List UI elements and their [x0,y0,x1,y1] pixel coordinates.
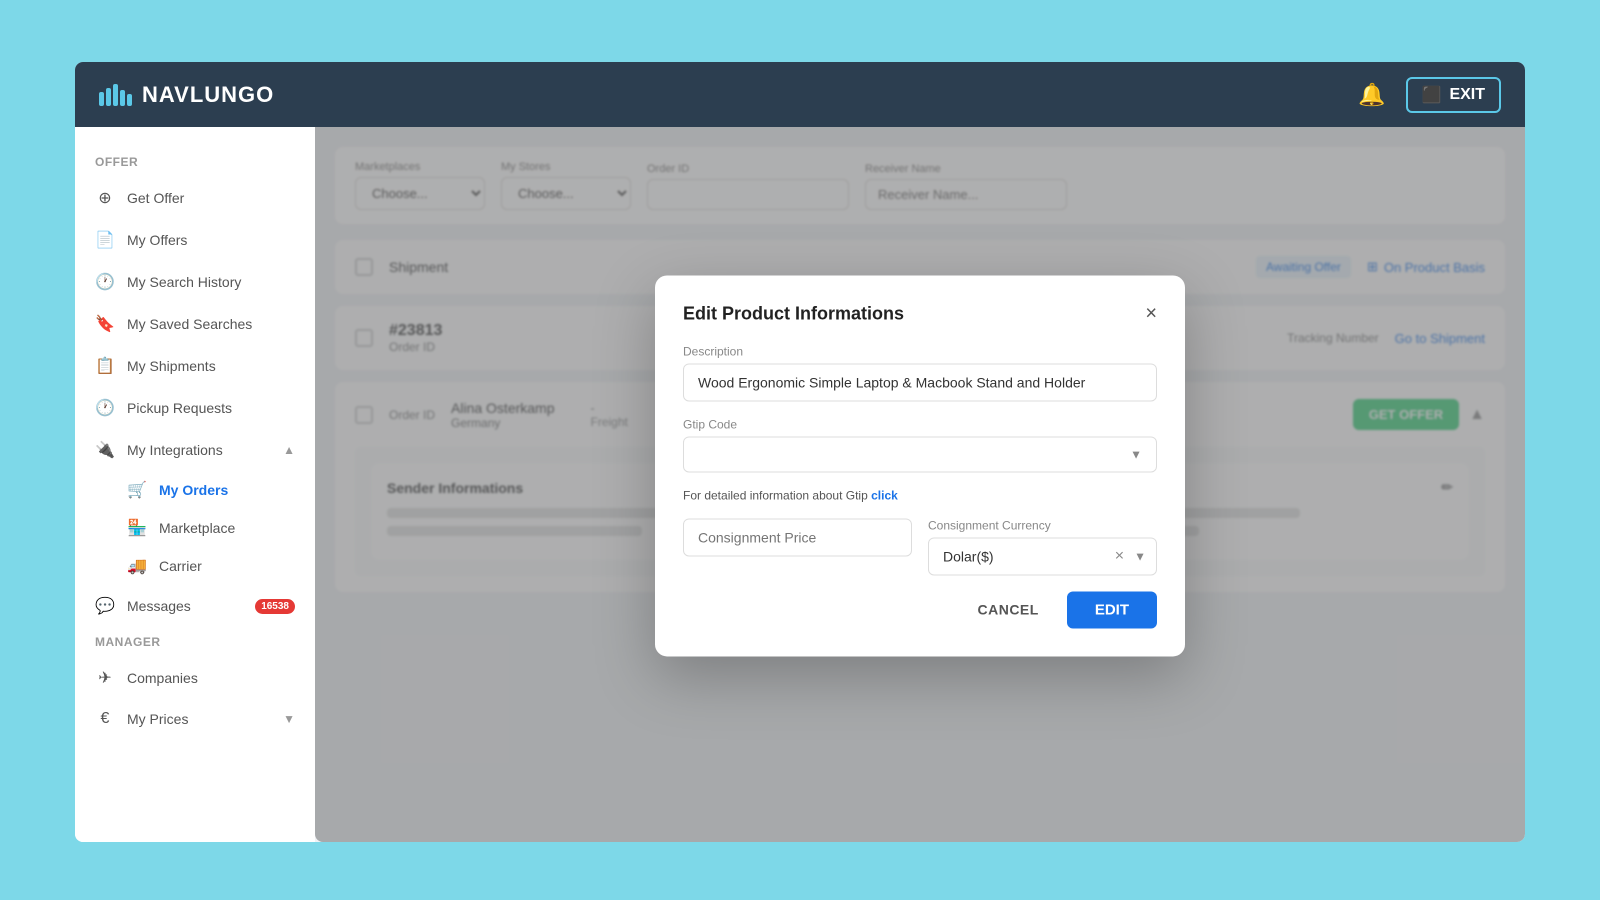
modal-actions: CANCEL EDIT [683,591,1157,628]
cart-icon: 🛒 [127,480,147,500]
cancel-button[interactable]: CANCEL [961,591,1054,627]
sidebar: Offer ⊕ Get Offer 📄 My Offers 🕐 My Searc… [75,127,315,842]
manager-section-label: Manager [75,627,315,657]
chevron-up-icon: ▲ [283,443,295,457]
logo-text: NAVLUNGO [142,82,274,108]
sidebar-item-carrier[interactable]: 🚚 Carrier [127,547,315,585]
offer-section-label: Offer [75,147,315,177]
messages-icon: 💬 [95,596,115,616]
integrations-submenu: 🛒 My Orders 🏪 Marketplace 🚚 Carrier [75,471,315,585]
exit-icon: ⬛ [1422,85,1442,105]
document-icon: 📄 [95,230,115,250]
sidebar-item-saved-searches-label: My Saved Searches [127,316,252,332]
consignment-currency-dropdown[interactable]: Dolar($) × ▼ [928,537,1157,575]
sidebar-item-search-history-label: My Search History [127,274,241,290]
sidebar-item-my-orders[interactable]: 🛒 My Orders [127,471,315,509]
currency-arrow-icon: ▼ [1130,549,1156,563]
bookmark-icon: 🔖 [95,314,115,334]
header: NAVLUNGO 🔔 ⬛ EXIT [75,62,1525,127]
description-field-group: Description [683,344,1157,401]
carrier-icon: 🚚 [127,556,147,576]
sidebar-item-marketplace-label: Marketplace [159,520,235,536]
sidebar-item-companies[interactable]: ✈ Companies [75,657,315,699]
description-input[interactable] [683,363,1157,401]
integrations-icon: 🔌 [95,440,115,460]
sidebar-item-shipments-label: My Shipments [127,358,216,374]
main-body: Offer ⊕ Get Offer 📄 My Offers 🕐 My Searc… [75,127,1525,842]
chevron-down-icon: ▼ [283,712,295,726]
gtip-code-field-group: Gtip Code ▼ [683,417,1157,472]
sidebar-item-companies-label: Companies [127,670,198,686]
pickup-icon: 🕐 [95,398,115,418]
sidebar-item-get-offer[interactable]: ⊕ Get Offer [75,177,315,219]
sidebar-item-my-offers-label: My Offers [127,232,187,248]
app-container: NAVLUNGO 🔔 ⬛ EXIT Offer ⊕ Get Offer 📄 My… [75,62,1525,842]
gtip-code-dropdown[interactable]: ▼ [683,436,1157,472]
logo-icon [99,84,132,106]
list-icon: 📋 [95,356,115,376]
companies-icon: ✈ [95,668,115,688]
edit-product-modal: Edit Product Informations × Description … [655,275,1185,656]
sidebar-item-pickup-label: Pickup Requests [127,400,232,416]
plus-circle-icon: ⊕ [95,188,115,208]
header-right: 🔔 ⬛ EXIT [1358,77,1501,113]
currency-clear-icon[interactable]: × [1109,547,1130,565]
consignment-currency-group: Consignment Currency Dolar($) × ▼ [928,518,1157,575]
sidebar-item-messages-label: Messages [127,598,191,614]
exit-label: EXIT [1449,86,1485,104]
gtip-info-text: For detailed information about Gtip clic… [683,488,1157,502]
sidebar-item-search-history[interactable]: 🕐 My Search History [75,261,315,303]
sidebar-item-saved-searches[interactable]: 🔖 My Saved Searches [75,303,315,345]
sidebar-item-messages[interactable]: 💬 Messages 16538 [75,585,315,627]
edit-confirm-button[interactable]: EDIT [1067,591,1157,628]
clock-icon: 🕐 [95,272,115,292]
currency-value-text: Dolar($) [929,538,1109,574]
consignment-price-input[interactable] [683,518,912,556]
gtip-code-label: Gtip Code [683,417,1157,431]
sidebar-item-pickup-requests[interactable]: 🕐 Pickup Requests [75,387,315,429]
sidebar-item-integrations-label: My Integrations [127,442,223,458]
consignment-price-group [683,518,912,575]
prices-icon: € [95,710,115,728]
sidebar-item-get-offer-label: Get Offer [127,190,184,206]
content-area: Marketplaces Choose... My Stores Choose.… [315,127,1525,842]
sidebar-item-my-offers[interactable]: 📄 My Offers [75,219,315,261]
messages-badge: 16538 [255,599,295,614]
consignment-currency-label: Consignment Currency [928,518,1157,532]
sidebar-item-my-integrations[interactable]: 🔌 My Integrations ▲ [75,429,315,471]
notification-bell-button[interactable]: 🔔 [1358,82,1385,108]
logo-area: NAVLUNGO [99,82,274,108]
description-label: Description [683,344,1157,358]
sidebar-item-marketplace[interactable]: 🏪 Marketplace [127,509,315,547]
modal-close-button[interactable]: × [1145,303,1157,323]
gtip-click-link[interactable]: click [871,488,898,502]
exit-button[interactable]: ⬛ EXIT [1406,77,1501,113]
modal-header: Edit Product Informations × [683,303,1157,324]
modal-title: Edit Product Informations [683,303,904,324]
sidebar-item-my-shipments[interactable]: 📋 My Shipments [75,345,315,387]
sidebar-item-my-prices[interactable]: € My Prices ▼ [75,699,315,739]
sidebar-item-my-prices-label: My Prices [127,711,188,727]
sidebar-item-carrier-label: Carrier [159,558,202,574]
gtip-dropdown-arrow-icon: ▼ [1130,447,1142,461]
sidebar-item-my-orders-label: My Orders [159,482,228,498]
marketplace-icon: 🏪 [127,518,147,538]
price-currency-row: Consignment Currency Dolar($) × ▼ [683,518,1157,575]
